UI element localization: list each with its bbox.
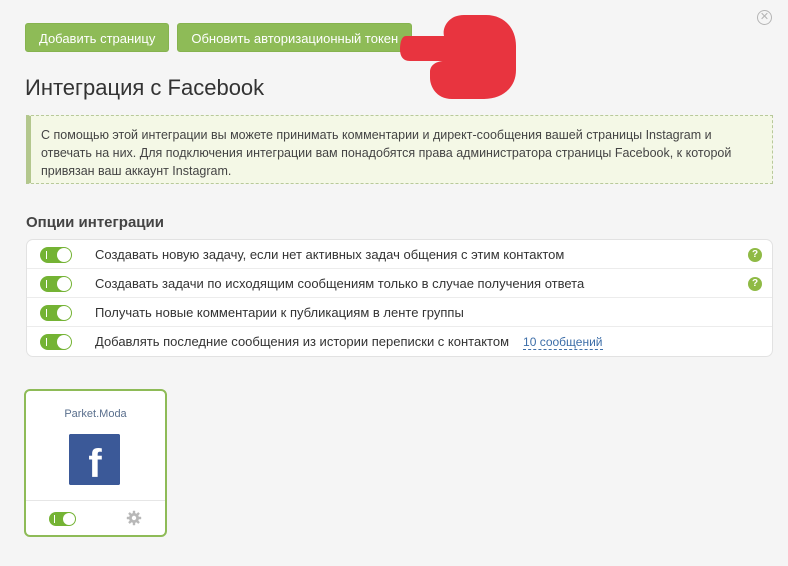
close-icon[interactable]: ✕ [757,10,772,25]
option-row-history-messages: Добавлять последние сообщения из истории… [27,327,772,356]
facebook-logo-letter: f [88,442,102,485]
option-toggle-history-messages[interactable] [40,334,72,350]
option-label-text: Добавлять последние сообщения из истории… [95,334,510,349]
option-label: Создавать задачи по исходящим сообщениям… [95,275,585,291]
info-box: С помощью этой интеграции вы можете прин… [26,115,773,184]
option-row-create-task: Создавать новую задачу, если нет активны… [27,240,772,269]
help-icon[interactable]: ? [748,277,762,291]
page-enabled-toggle[interactable] [49,512,76,526]
add-page-button[interactable]: Добавить страницу [25,23,170,52]
option-row-outgoing-tasks: Создавать задачи по исходящим сообщениям… [27,269,772,298]
card-divider [26,500,165,501]
option-row-feed-comments: Получать новые комментарии к публикациям… [27,298,772,327]
option-toggle-outgoing-tasks[interactable] [40,276,72,292]
option-label: Получать новые комментарии к публикациям… [95,304,464,320]
gear-icon[interactable] [126,510,142,526]
message-count-link[interactable]: 10 сообщений [523,335,603,350]
facebook-page-card[interactable]: Parket.Moda f [24,389,167,537]
option-toggle-feed-comments[interactable] [40,305,72,321]
option-label: Добавлять последние сообщения из истории… [95,334,603,350]
integration-options-list: Создавать новую задачу, если нет активны… [26,239,773,357]
options-section-title: Опции интеграции [26,214,164,231]
toolbar: Добавить страницу Обновить авторизационн… [25,23,413,52]
option-toggle-create-task[interactable] [40,247,72,263]
page-name: Parket.Moda [64,408,127,420]
refresh-token-button[interactable]: Обновить авторизационный токен [177,23,413,52]
help-icon[interactable]: ? [748,248,762,262]
facebook-logo-icon: f [69,434,120,485]
option-label: Создавать новую задачу, если нет активны… [95,246,565,262]
page-title: Интеграция с Facebook [25,75,265,100]
pointing-hand-icon [400,15,516,99]
info-text: С помощью этой интеграции вы можете прин… [41,128,732,178]
